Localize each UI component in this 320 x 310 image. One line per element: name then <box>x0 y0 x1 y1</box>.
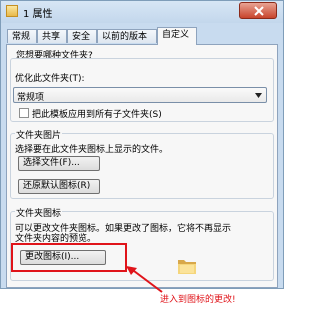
chevron-down-icon <box>255 93 262 98</box>
highlight-box <box>11 243 127 272</box>
folder-pictures-label: 文件夹图片 <box>15 128 63 141</box>
title-bar[interactable]: 1 属性 <box>1 1 283 23</box>
close-icon <box>254 6 264 16</box>
annotation-arrow-icon <box>126 266 163 293</box>
folder-icons-label: 文件夹图标 <box>15 206 63 219</box>
tab-general[interactable]: 常规 <box>7 29 37 43</box>
tab-customize[interactable]: 自定义 <box>157 27 197 45</box>
restore-default-button[interactable]: 还原默认图标(R) <box>18 179 100 194</box>
window-title: 1 属性 <box>23 9 53 20</box>
folder-pictures-description: 选择要在此文件夹图标上显示的文件。 <box>15 145 169 155</box>
folder-preview-icon <box>178 260 196 274</box>
optimize-value: 常规项 <box>17 93 45 103</box>
annotation-text: 进入到图标的更改! <box>160 295 236 305</box>
choose-file-button[interactable]: 选择文件(F)... <box>18 156 100 171</box>
folder-icon <box>6 5 18 17</box>
tab-sharing[interactable]: 共享 <box>37 29 67 43</box>
tab-security[interactable]: 安全 <box>67 29 97 43</box>
optimize-label: 优化此文件夹(T): <box>15 74 85 84</box>
folder-type-group: 优化此文件夹(T): 常规项 把此模板应用到所有子文件夹(S) <box>10 58 274 122</box>
close-button[interactable] <box>239 2 277 19</box>
optimize-dropdown[interactable]: 常规项 <box>13 87 267 103</box>
apply-template-checkbox[interactable] <box>19 108 29 118</box>
folder-pictures-group: 文件夹图片 选择要在此文件夹图标上显示的文件。 选择文件(F)... 还原默认图… <box>10 128 274 199</box>
tab-previous-versions[interactable]: 以前的版本 <box>97 29 157 43</box>
apply-template-label: 把此模板应用到所有子文件夹(S) <box>32 110 162 120</box>
